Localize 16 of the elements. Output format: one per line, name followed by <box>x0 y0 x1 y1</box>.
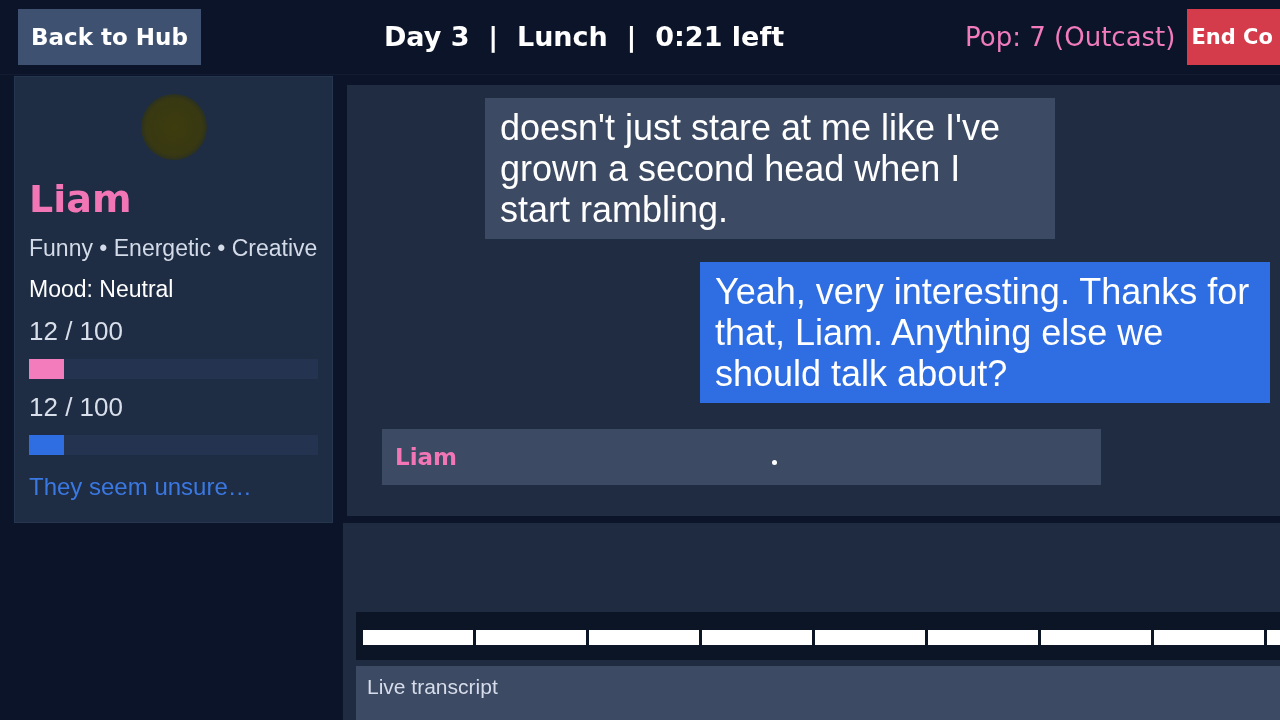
typing-dot-icon <box>772 459 778 465</box>
npc-message: doesn't just stare at me like I've grown a second head when I start rambling. <box>485 98 1055 239</box>
character-name: Liam <box>29 176 133 222</box>
transcript-panel: Live transcript <box>356 666 1280 720</box>
meter-reading: 12 / 100 <box>29 316 124 346</box>
day-status-text: Day 3 | Lunch | 0:21 left <box>383 20 785 55</box>
typing-name: Liam <box>395 444 458 470</box>
popularity-text: Pop: 7 (Outcast) <box>965 21 1176 54</box>
player-message: Yeah, very interesting. Thanks for that, Liam. Anything else we should talk about? <box>700 262 1270 403</box>
mood-text: Mood: Neutral <box>29 275 175 303</box>
back-to-hub-button[interactable]: Back to Hub <box>18 9 201 65</box>
meter-reading: 12 / 100 <box>29 392 124 422</box>
mood-hint-text: They seem unsure… <box>29 473 253 501</box>
character-traits: Funny • Energetic • Creative <box>29 234 318 262</box>
avatar-icon <box>140 94 207 160</box>
end-conversation-button[interactable]: End Co <box>1187 9 1280 65</box>
